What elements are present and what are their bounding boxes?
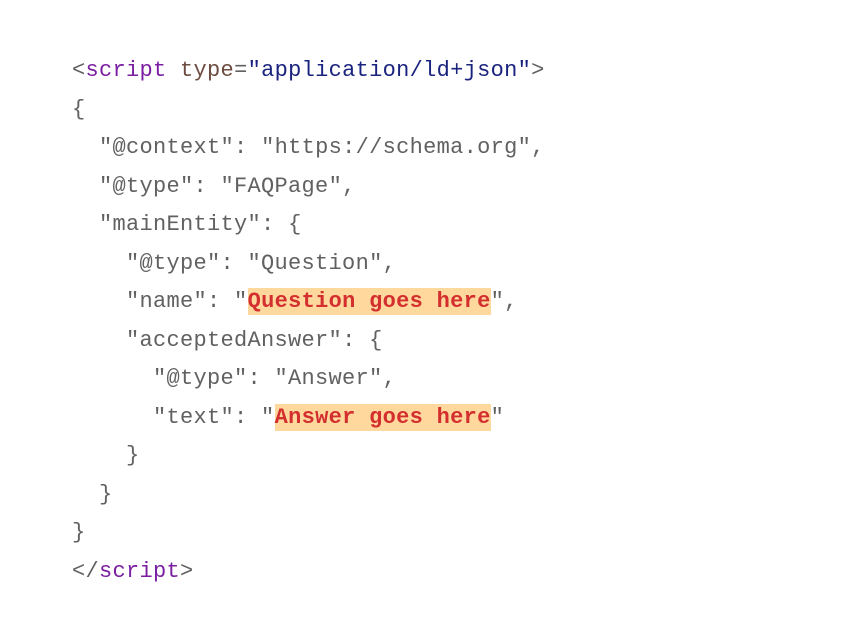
- json-value-schema-url: "https://schema.org": [261, 135, 531, 160]
- line-14: </script>: [72, 559, 194, 584]
- line-13: }: [72, 520, 86, 545]
- json-key-text: "text": [153, 405, 234, 430]
- equals-sign: =: [234, 58, 248, 83]
- line-4: "@type": "FAQPage",: [72, 174, 356, 199]
- line-11: }: [72, 443, 140, 468]
- line-2: {: [72, 97, 86, 122]
- line-6: "@type": "Question",: [72, 251, 396, 276]
- angle-bracket-open-close: </: [72, 559, 99, 584]
- line-3: "@context": "https://schema.org",: [72, 135, 545, 160]
- tag-name-script-close: script: [99, 559, 180, 584]
- angle-bracket-open: <: [72, 58, 86, 83]
- placeholder-question: Question goes here: [248, 288, 491, 315]
- json-value-question: "Question": [248, 251, 383, 276]
- line-9: "@type": "Answer",: [72, 366, 396, 391]
- tag-name-script: script: [86, 58, 167, 83]
- line-10: "text": "Answer goes here": [72, 404, 504, 431]
- json-key-type-question: "@type": [126, 251, 221, 276]
- json-key-type-answer: "@type": [153, 366, 248, 391]
- json-value-faqpage: "FAQPage": [221, 174, 343, 199]
- json-key-context: "@context": [99, 135, 234, 160]
- attribute-name-type: type: [180, 58, 234, 83]
- line-5: "mainEntity": {: [72, 212, 302, 237]
- placeholder-answer: Answer goes here: [275, 404, 491, 431]
- line-7: "name": "Question goes here",: [72, 288, 518, 315]
- line-1: <script type="application/ld+json">: [72, 58, 545, 83]
- json-value-answer: "Answer": [275, 366, 383, 391]
- json-key-name: "name": [126, 289, 207, 314]
- line-8: "acceptedAnswer": {: [72, 328, 383, 353]
- line-12: }: [72, 482, 113, 507]
- attribute-value: "application/ld+json": [248, 58, 532, 83]
- json-key-acceptedanswer: "acceptedAnswer": [126, 328, 342, 353]
- angle-bracket-close-2: >: [180, 559, 194, 584]
- angle-bracket-close: >: [531, 58, 545, 83]
- json-key-type: "@type": [99, 174, 194, 199]
- code-snippet: <script type="application/ld+json"> { "@…: [72, 52, 794, 591]
- json-key-mainentity: "mainEntity": [99, 212, 261, 237]
